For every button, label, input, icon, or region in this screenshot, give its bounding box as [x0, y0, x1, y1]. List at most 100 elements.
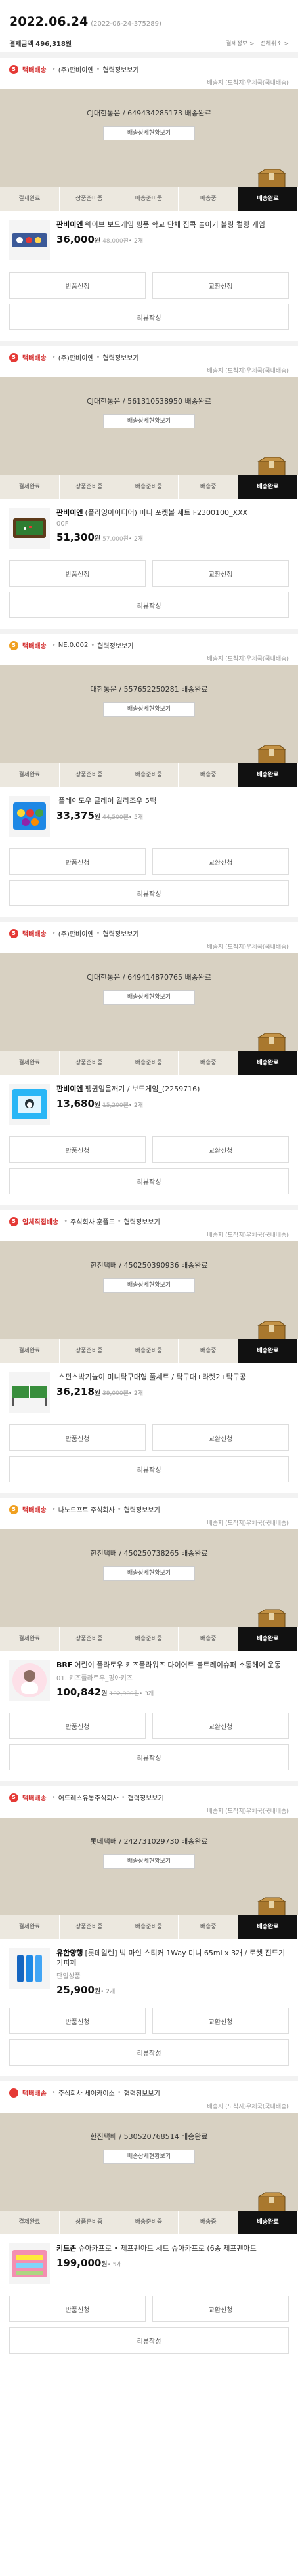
return-request-button[interactable]: 반품신청	[9, 1136, 146, 1163]
order-item[interactable]: 판비이엔 웨이브 보드게임 핑퐁 학교 단체 집콕 놀이기 볼링 컬링 게임 36,…	[0, 211, 298, 267]
tracking-detail-button[interactable]: 배송상세현황보기	[103, 1854, 195, 1869]
write-review-button[interactable]: 리뷰작성	[9, 880, 289, 906]
product-name[interactable]: 유한양행 [롯데알렌] 빅 마인 스티커 1Way 미니 65ml x 3개 / …	[56, 1948, 289, 1968]
tracking-detail-button[interactable]: 배송상세현황보기	[103, 1278, 195, 1293]
delivery-progress-steps: 결제완료 상품준비중 배송준비중 배송중 배송완료	[0, 475, 298, 499]
original-price: 15,200원	[102, 1102, 129, 1109]
tracking-detail-button[interactable]: 배송상세현황보기	[103, 702, 195, 717]
product-thumbnail[interactable]	[9, 796, 50, 837]
return-request-button[interactable]: 반품신청	[9, 1424, 146, 1451]
tracking-detail-button[interactable]: 배송상세현황보기	[103, 414, 195, 428]
tracking-detail-button[interactable]: 배송상세현황보기	[103, 2150, 195, 2164]
write-review-button[interactable]: 리뷰작성	[9, 304, 289, 330]
product-name[interactable]: 판비이엔 (플라잉아이디어) 미니 포켓볼 세트 F2300100_XXX	[56, 508, 289, 518]
price-value: 25,900	[56, 1984, 95, 1996]
price-unit: 원	[101, 2261, 108, 2268]
order-item[interactable]: BRF 어린이 플라토우 키즈플라워즈 다이어트 볼트레이슈퍼 소통헤어 운동 01…	[0, 1651, 298, 1707]
tracking-detail-button[interactable]: 배송상세현황보기	[103, 990, 195, 1005]
return-request-button[interactable]: 반품신청	[9, 1713, 146, 1739]
product-name[interactable]: 판비이엔 웨이브 보드게임 핑퐁 학교 단체 집콕 놀이기 볼링 컬링 게임	[56, 220, 289, 230]
order-item[interactable]: 키드존 슈아카프로 • 제프펜아트 세트 슈아카프로 (6종 제프펜아트 199,0…	[0, 2234, 298, 2291]
progress-step: 배송중	[179, 187, 239, 211]
exchange-request-button[interactable]: 교환신청	[152, 1424, 289, 1451]
product-thumbnail[interactable]	[9, 2243, 50, 2284]
separator: •	[51, 1794, 56, 1801]
product-name[interactable]: 플레이도우 클레이 칼라조우 5팩	[56, 796, 289, 806]
price-unit: 원	[94, 1102, 101, 1109]
progress-step: 배송완료	[238, 1915, 298, 1939]
order-item[interactable]: 판비이엔 (플라잉아이디어) 미니 포켓볼 세트 F2300100_XXX 00F 5…	[0, 499, 298, 555]
shipment-list: 5 택배배송 • (주)판비이엔 • 협력정보보기 배송지 (도착지)우체국(국내배송) CJ…	[0, 52, 298, 2364]
progress-step: 상품준비중	[60, 187, 119, 211]
write-review-button[interactable]: 리뷰작성	[9, 2327, 289, 2354]
product-thumbnail[interactable]	[9, 220, 50, 260]
order-item[interactable]: 플레이도우 클레이 칼라조우 5팩 33,375원 44,500원• 5개	[0, 787, 298, 843]
write-review-button[interactable]: 리뷰작성	[9, 2039, 289, 2066]
exchange-request-button[interactable]: 교환신청	[152, 560, 289, 587]
product-thumbnail[interactable]	[9, 508, 50, 549]
delivery-progress-steps: 결제완료 상품준비중 배송준비중 배송중 배송완료	[0, 1915, 298, 1939]
product-info: 키드존 슈아카프로 • 제프펜아트 세트 슈아카프로 (6종 제프펜아트 199,0…	[56, 2243, 289, 2284]
delivery-progress-steps: 결제완료 상품준비중 배송준비중 배송중 배송완료	[0, 763, 298, 787]
return-request-button[interactable]: 반품신청	[9, 272, 146, 299]
exchange-request-button[interactable]: 교환신청	[152, 848, 289, 875]
order-item[interactable]: 판비이엔 펭귄얼음깨기 / 보드게임_(2259716) 13,680원 15,200…	[0, 1075, 298, 1131]
product-title: 슈아카프로 • 제프펜아트 세트 슈아카프로 (6종 제프펜아트	[78, 2244, 257, 2253]
progress-step: 배송중	[179, 475, 239, 499]
seller-info-link[interactable]: 협력정보보기	[102, 352, 138, 362]
seller-info-link[interactable]: 협력정보보기	[124, 1216, 160, 1226]
price-unit: 원	[94, 238, 101, 245]
delivery-badge-icon: 5	[9, 928, 18, 938]
progress-step: 배송완료	[238, 1051, 298, 1075]
shipment-header: 5 택배배송 • 나노드프트 주식회사 • 협력정보보기 배송지 (도착지)우체국(국내배송…	[0, 1498, 298, 1529]
product-thumbnail[interactable]	[9, 1084, 50, 1125]
return-request-button[interactable]: 반품신청	[9, 560, 146, 587]
shipment-section: 5 택배배송 • 어드레스유통주식회사 • 협력정보보기 배송지 (도착지)우체국(국내배송…	[0, 1781, 298, 2076]
write-review-button[interactable]: 리뷰작성	[9, 1168, 289, 1194]
progress-step: 배송중	[179, 1627, 239, 1651]
cancel-all-link[interactable]: 전체취소 >	[260, 41, 289, 47]
shipping-destination: 배송지 (도착지)우체국(국내배송)	[207, 1232, 289, 1239]
order-item[interactable]: 스펀스박기놀이 미니탁구대형 풀세트 / 탁구대+라켓2+탁구공 36,218원 3…	[0, 1363, 298, 1419]
payment-info-link[interactable]: 결제정보 >	[226, 41, 255, 47]
tracking-detail-button[interactable]: 배송상세현황보기	[103, 126, 195, 140]
shipping-destination: 배송지 (도착지)우체국(국내배송)	[207, 80, 289, 87]
tracking-detail-button[interactable]: 배송상세현황보기	[103, 1566, 195, 1581]
progress-step: 배송준비중	[119, 1915, 179, 1939]
product-name[interactable]: 스펀스박기놀이 미니탁구대형 풀세트 / 탁구대+라켓2+탁구공	[56, 1372, 289, 1382]
product-name[interactable]: 판비이엔 펭귄얼음깨기 / 보드게임_(2259716)	[56, 1084, 289, 1094]
product-thumbnail[interactable]	[9, 1660, 50, 1701]
product-thumbnail[interactable]	[9, 1372, 50, 1413]
seller-name: 어드레스유통주식회사	[58, 1795, 119, 1802]
seller-row: 5 택배배송 • (주)판비이엔 • 협력정보보기	[9, 64, 289, 74]
product-price: 25,900원• 2개	[56, 1984, 289, 1996]
seller-info-link[interactable]: 협력정보보기	[102, 928, 138, 938]
item-actions: 반품신청 교환신청리뷰작성	[0, 1419, 298, 1493]
write-review-button[interactable]: 리뷰작성	[9, 592, 289, 618]
seller-info-link[interactable]: 협력정보보기	[97, 640, 133, 650]
seller-info-link[interactable]: 협력정보보기	[124, 1505, 160, 1514]
product-name[interactable]: 키드존 슈아카프로 • 제프펜아트 세트 슈아카프로 (6종 제프펜아트	[56, 2243, 289, 2253]
product-name[interactable]: BRF 어린이 플라토우 키즈플라워즈 다이어트 볼트레이슈퍼 소통헤어 운동	[56, 1660, 289, 1670]
delivery-status-panel: 한진택배 / 530520768514 배송완료 배송상세현황보기 결제완료 상품준비…	[0, 2113, 298, 2234]
return-request-button[interactable]: 반품신청	[9, 2296, 146, 2322]
seller-info-link[interactable]: 협력정보보기	[124, 2088, 160, 2098]
seller-name: 나노드프트 주식회사	[58, 1507, 115, 1514]
exchange-request-button[interactable]: 교환신청	[152, 2296, 289, 2322]
exchange-request-button[interactable]: 교환신청	[152, 1713, 289, 1739]
seller-info-link[interactable]: 협력정보보기	[128, 1793, 164, 1802]
price-unit: 원	[94, 1390, 101, 1397]
shipment-header: 5 택배배송 • 어드레스유통주식회사 • 협력정보보기 배송지 (도착지)우체국(국내배송…	[0, 1786, 298, 1818]
progress-step: 배송완료	[238, 1339, 298, 1363]
exchange-request-button[interactable]: 교환신청	[152, 2008, 289, 2034]
product-thumbnail[interactable]	[9, 1948, 50, 1989]
write-review-button[interactable]: 리뷰작성	[9, 1456, 289, 1482]
return-request-button[interactable]: 반품신청	[9, 848, 146, 875]
seller-info-link[interactable]: 협력정보보기	[102, 64, 138, 74]
order-item[interactable]: 유한양행 [롯데알렌] 빅 마인 스티커 1Way 미니 65ml x 3개 / …	[0, 1939, 298, 2003]
exchange-request-button[interactable]: 교환신청	[152, 272, 289, 299]
exchange-request-button[interactable]: 교환신청	[152, 1136, 289, 1163]
delivery-badge-icon: 5	[9, 64, 18, 74]
write-review-button[interactable]: 리뷰작성	[9, 1744, 289, 1770]
return-request-button[interactable]: 반품신청	[9, 2008, 146, 2034]
